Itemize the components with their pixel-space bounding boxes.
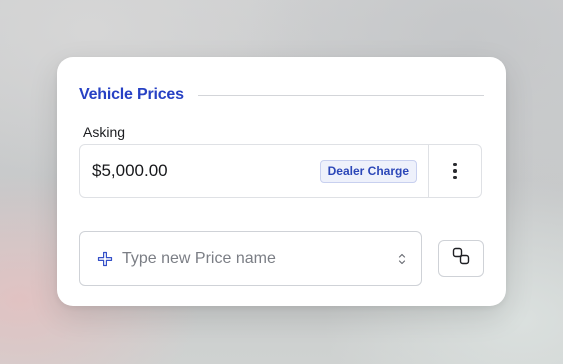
asking-label: Asking — [83, 124, 126, 140]
swap-button[interactable] — [438, 240, 484, 277]
new-price-combobox[interactable] — [79, 231, 422, 286]
new-price-name-input[interactable] — [122, 249, 397, 268]
asking-price-value: $5,000.00 — [92, 161, 168, 180]
more-vertical-icon — [453, 162, 457, 180]
section-divider — [197, 94, 484, 96]
section-title: Vehicle Prices — [79, 86, 184, 103]
plus-icon — [96, 250, 114, 268]
chevron-up-down-icon — [397, 251, 407, 267]
asking-price-row: $5,000.00 Dealer Charge — [79, 144, 482, 198]
section-header: Vehicle Prices — [79, 85, 484, 105]
vehicle-prices-card: Vehicle Prices Asking $5,000.00 Dealer C… — [57, 57, 506, 306]
swap-icon — [451, 246, 471, 271]
dealer-charge-badge: Dealer Charge — [319, 159, 417, 183]
asking-price-display[interactable]: $5,000.00 Dealer Charge — [80, 145, 428, 197]
price-menu-button[interactable] — [428, 145, 481, 197]
